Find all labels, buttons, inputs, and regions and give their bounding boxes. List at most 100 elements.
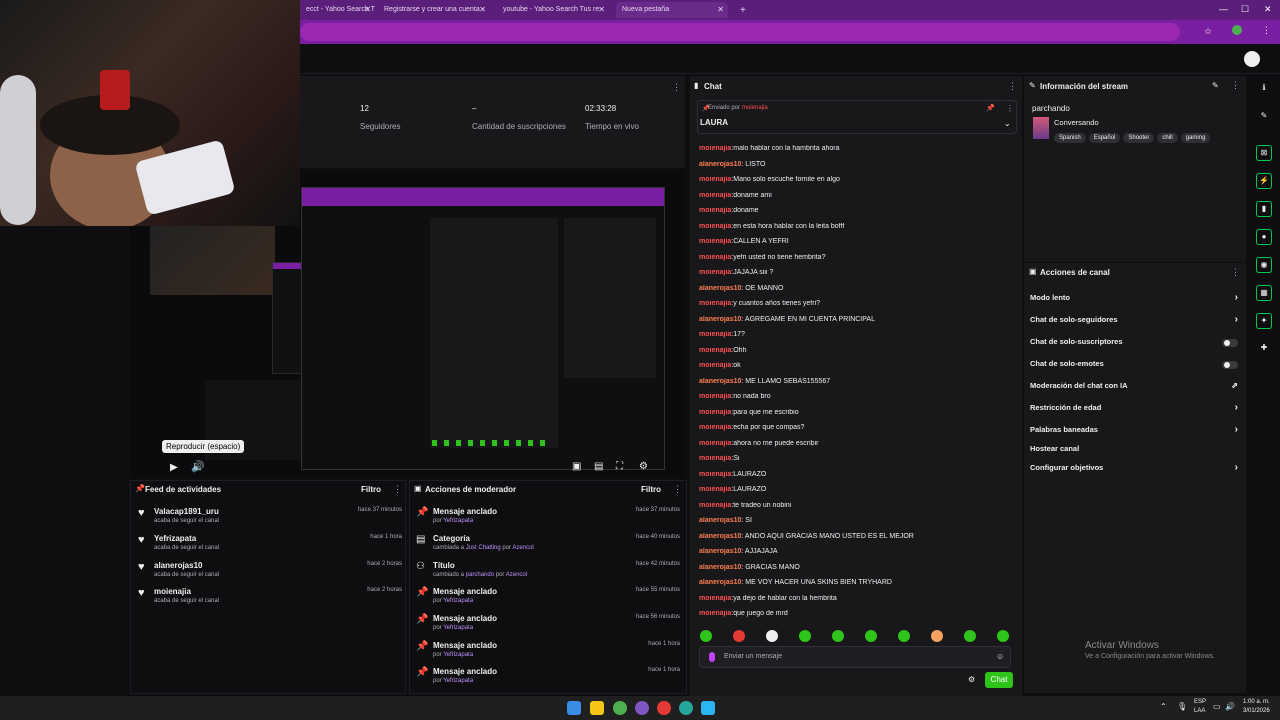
chat-username[interactable]: alanerojas10 <box>699 378 741 385</box>
new-tab-button[interactable]: + <box>734 1 752 17</box>
chat-username[interactable]: alanerojas10 <box>699 579 741 586</box>
emote-icon[interactable] <box>832 630 844 642</box>
emote-icon[interactable] <box>799 630 811 642</box>
menu-icon[interactable]: ⋮ <box>1006 104 1014 113</box>
edit-icon[interactable]: ✎ <box>1256 109 1272 125</box>
chat-message[interactable]: alanerojas10: SI <box>699 517 1014 531</box>
edit-icon[interactable]: ✎ <box>1212 81 1219 90</box>
list-item[interactable]: 📌 Mensaje anclado por Yefrizapata hace 1 ho… <box>416 641 680 667</box>
chat-message[interactable]: alanerojas10: AGREGAME EN MI CUENTA PRIN… <box>699 316 1014 330</box>
extensions-icon[interactable]: ✚ <box>1256 341 1272 357</box>
chat-message[interactable]: moienajia:ahora no me puede escribir <box>699 440 1014 454</box>
emote-icon[interactable] <box>700 630 712 642</box>
chat-message[interactable]: moienajia:que juego de mrd <box>699 610 1014 624</box>
tag[interactable]: chill <box>1157 133 1178 143</box>
emote-icon[interactable] <box>766 630 778 642</box>
chat-username[interactable]: moienajia <box>699 176 731 183</box>
chat-message[interactable]: moienajia:ok <box>699 362 1014 376</box>
fullscreen-icon[interactable]: ⛶ <box>616 461 623 472</box>
url-input[interactable] <box>300 23 1180 41</box>
emote-icon[interactable] <box>898 630 910 642</box>
chat-username[interactable]: alanerojas10 <box>699 548 741 555</box>
avatar[interactable] <box>1232 25 1242 35</box>
chat-message[interactable]: moienajia:malo hablar con la hambrita ah… <box>699 145 1014 159</box>
menu-icon[interactable]: ⋮ <box>1231 267 1240 278</box>
chat-username[interactable]: moienajia <box>699 424 731 431</box>
chat-message[interactable]: alanerojas10: OE MANNO <box>699 285 1014 299</box>
quick-action-icon[interactable]: ⊠ <box>1256 145 1272 161</box>
info-icon[interactable]: ℹ <box>1256 81 1272 97</box>
chat-username[interactable]: moienajia <box>699 300 731 307</box>
chat-username[interactable]: alanerojas10 <box>699 285 741 292</box>
emote-icon[interactable] <box>997 630 1009 642</box>
emote-icon[interactable] <box>964 630 976 642</box>
maximize-button[interactable]: ☐ <box>1241 4 1249 15</box>
chat-message[interactable]: moienajia:Ohh <box>699 347 1014 361</box>
tag[interactable]: gaming <box>1180 133 1211 143</box>
app-icon[interactable] <box>701 701 715 715</box>
theater-icon[interactable]: ▤ <box>594 461 603 472</box>
chat-username[interactable]: moienajia <box>699 254 731 261</box>
chat-message[interactable]: moienajia:doname <box>699 207 1014 221</box>
user-avatar[interactable] <box>1244 51 1260 67</box>
list-item[interactable]: 📌 Mensaje anclado por Yefrizapata hace 56 m… <box>416 614 680 640</box>
chat-input[interactable]: Enviar un mensaje ☺ <box>699 646 1011 668</box>
chat-message[interactable]: moienajia:JAJAJA siii ? <box>699 269 1014 283</box>
chat-username[interactable]: alanerojas10 <box>699 161 741 168</box>
menu-icon[interactable]: ⋮ <box>1008 81 1017 92</box>
chat-message[interactable]: moienajia:Mano solo escuche fornite en a… <box>699 176 1014 190</box>
channel-action-row[interactable]: Hostear canal <box>1030 444 1242 458</box>
chat-send-button[interactable]: Chat <box>985 672 1013 688</box>
list-item[interactable]: 📌 Mensaje anclado por Yefrizapata hace 1 ho… <box>416 667 680 693</box>
list-item[interactable]: 📌 Mensaje anclado por Yefrizapata hace 55 m… <box>416 587 680 613</box>
emote-icon[interactable] <box>733 630 745 642</box>
tag[interactable]: Spanish <box>1054 133 1086 143</box>
clip-icon[interactable]: ▮ <box>1256 201 1272 217</box>
chat-message[interactable]: moienajia:ya dejo de hablar con la hembr… <box>699 595 1014 609</box>
close-icon[interactable]: ✕ <box>598 5 605 14</box>
browser-tab-1[interactable]: ecct - Yahoo Search T ✕ <box>300 2 375 18</box>
chat-bubble-icon[interactable]: ● <box>1256 229 1272 245</box>
network-icon[interactable]: ▭ <box>1213 702 1221 711</box>
channel-action-row[interactable]: Chat de solo-seguidores › <box>1030 314 1242 329</box>
chat-username[interactable]: moienajia <box>699 471 731 478</box>
chat-username[interactable]: moienajia <box>699 393 731 400</box>
chat-username[interactable]: moienajia <box>699 347 731 354</box>
chat-username[interactable]: alanerojas10 <box>699 517 741 524</box>
detail-highlight[interactable]: Yefrizapata <box>443 652 473 658</box>
chat-message[interactable]: moienajia:Si <box>699 455 1014 469</box>
channel-action-row[interactable]: Moderación del chat con IA ⇗ <box>1030 381 1242 395</box>
chat-username[interactable]: moienajia <box>699 409 731 416</box>
chat-username[interactable]: moienajia <box>699 440 731 447</box>
volume-icon[interactable]: 🔊 <box>1225 702 1235 711</box>
wrench-icon[interactable]: ✦ <box>1256 313 1272 329</box>
list-item[interactable]: ♥ Valacap1891_uru acaba de seguir el can… <box>138 507 402 533</box>
chat-message[interactable]: alanerojas10: ANDO AQUI GRACIAS MANO UST… <box>699 533 1014 547</box>
obs-icon[interactable] <box>635 701 649 715</box>
chat-username[interactable]: moienajia <box>699 610 731 617</box>
chat-username[interactable]: moienajia <box>699 595 731 602</box>
detail-highlight[interactable]: Yefrizapata <box>443 678 473 684</box>
layout-icon[interactable]: ▣ <box>572 461 581 472</box>
list-item[interactable]: ⚇ Título cambiado a parchando por Azencol h… <box>416 561 680 587</box>
chat-username[interactable]: moienajia <box>699 145 731 152</box>
play-icon[interactable]: ▶ <box>170 462 178 473</box>
folder-icon[interactable] <box>590 701 604 715</box>
chat-message[interactable]: moienajia:en esta hora hablar con la lei… <box>699 223 1014 237</box>
pinned-message[interactable]: 📌 Enviado por moienajia LAURA 📌 ⋮ ⌄ <box>697 100 1017 134</box>
chat-message[interactable]: moienajia:y cuantos años tienes yefri? <box>699 300 1014 314</box>
emote-icon[interactable] <box>931 630 943 642</box>
close-icon[interactable]: ✕ <box>717 5 724 14</box>
toggle-switch[interactable] <box>1222 361 1238 369</box>
detail-highlight[interactable]: Just Chatting <box>466 545 501 551</box>
detail-highlight[interactable]: Yefrizapata <box>443 625 473 631</box>
chevron-down-icon[interactable]: ⌄ <box>1004 119 1011 128</box>
chrome-icon[interactable] <box>679 701 693 715</box>
channel-action-row[interactable]: Palabras baneadas › <box>1030 424 1242 439</box>
chat-message[interactable]: alanerojas10: ME VOY HACER UNA SKINS BIE… <box>699 579 1014 593</box>
menu-icon[interactable]: ⋮ <box>1231 80 1240 91</box>
close-icon[interactable]: ✕ <box>479 5 486 14</box>
browser-tab-3[interactable]: youtube - Yahoo Search Tus re ✕ <box>497 2 609 18</box>
chat-username[interactable]: moienajia <box>699 502 731 509</box>
tag[interactable]: Español <box>1088 133 1121 143</box>
